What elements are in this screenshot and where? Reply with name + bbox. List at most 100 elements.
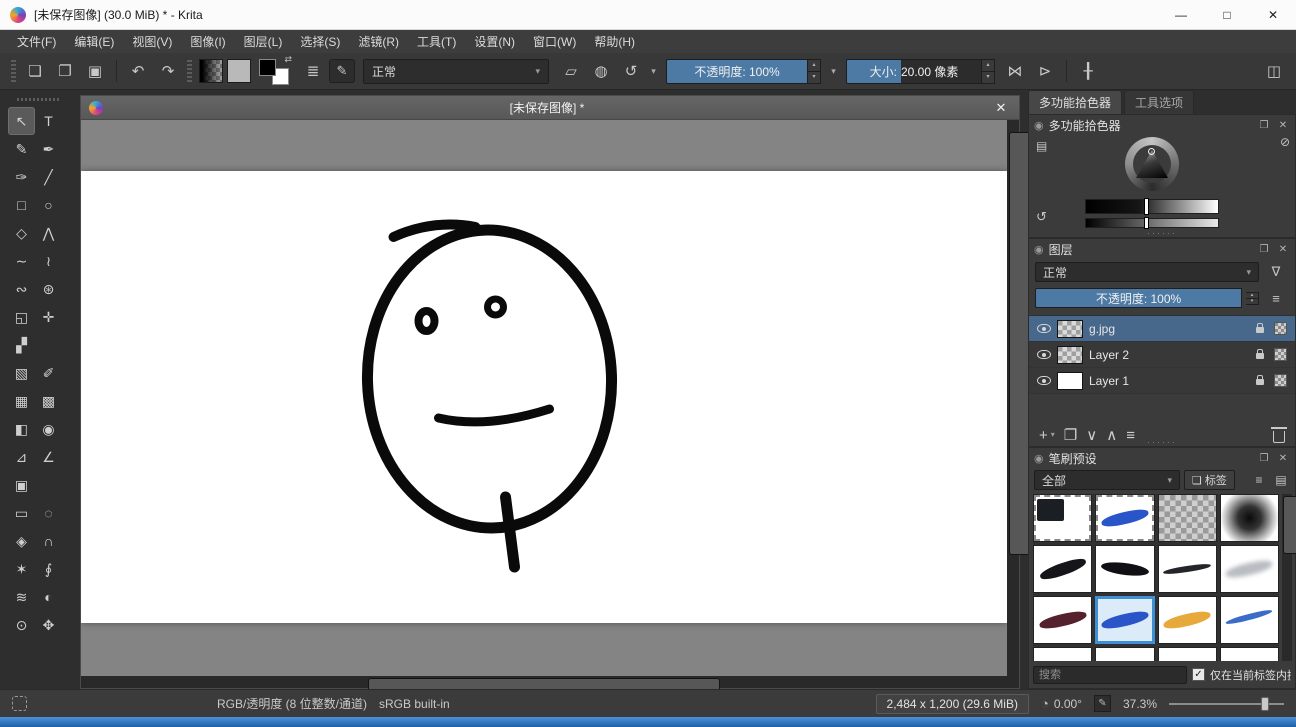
select-opaque-tool[interactable]: ◐ (35, 583, 62, 611)
canvas-size-chip[interactable]: 2,484 x 1,200 (29.6 MiB) (876, 694, 1029, 714)
canvas-viewport[interactable] (81, 120, 1007, 676)
redo-button[interactable]: ↷ (154, 58, 182, 84)
ellipse-tool[interactable]: ○ (35, 191, 62, 219)
freehand-brush-tool[interactable]: ✑ (8, 163, 35, 191)
add-layer-caret[interactable]: ▾ (1051, 431, 1055, 439)
brush-tag-filter-select[interactable]: 全部 ▾ (1034, 470, 1180, 490)
view-mode-icon[interactable]: ▤ (1272, 473, 1290, 487)
menu-item[interactable]: 文件(F) (8, 31, 65, 52)
pattern-swatch[interactable] (227, 59, 251, 83)
canvas-rotation-widget[interactable]: ◔ 0.00° (1041, 696, 1082, 711)
bezier-curve-tool[interactable]: ∼ (8, 247, 35, 275)
zoom-slider[interactable] (1169, 697, 1284, 711)
selector-settings-icon[interactable]: ▤ (1036, 139, 1047, 153)
multibrush-tool[interactable]: ⊛ (35, 275, 62, 303)
menu-item[interactable]: 设置(N) (465, 31, 524, 52)
transform-tool[interactable]: ◱ (8, 303, 35, 331)
blend-mode-select[interactable]: 正常 ▾ (363, 59, 549, 84)
mirror-vertical-button[interactable]: ⊳ (1031, 58, 1059, 84)
crop-tool[interactable]: ▞ (8, 331, 35, 359)
fill-tool[interactable]: ◧ (8, 415, 35, 443)
layer-row[interactable]: Layer 1 (1029, 368, 1295, 394)
layer-visibility-eye-icon[interactable] (1037, 350, 1051, 359)
bezier-select-tool[interactable]: ∮ (35, 555, 62, 583)
close-panel-icon[interactable]: ✕ (1276, 453, 1290, 464)
reload-preset-caret[interactable]: ▾ (647, 58, 660, 84)
spin-down-icon[interactable]: ▾ (808, 72, 821, 84)
search-in-tag-checkbox[interactable]: ✓ (1192, 668, 1205, 681)
subwindow-titlebar[interactable]: [未保存图像] * ✕ (81, 96, 1019, 120)
marker-chisel-preset[interactable] (1158, 596, 1217, 644)
brush-menu-icon[interactable]: ≡ (1250, 473, 1268, 487)
inherit-alpha-icon[interactable] (1274, 374, 1287, 387)
layer-visibility-eye-icon[interactable] (1037, 376, 1051, 385)
brush-preset[interactable] (1220, 647, 1279, 661)
rectangular-select-tool[interactable]: ▭ (8, 499, 35, 527)
float-panel-icon[interactable]: ❐ (1257, 120, 1271, 131)
close-button[interactable]: ✕ (1250, 0, 1296, 29)
docker-tab[interactable]: 多功能拾色器 (1028, 90, 1122, 114)
wrap-around-button[interactable]: ╂ (1074, 58, 1102, 84)
ink-brush-rough-preset[interactable] (1033, 545, 1092, 593)
magnetic-select-tool[interactable]: ≋ (8, 583, 35, 611)
spin-down-icon[interactable]: ▾ (982, 72, 995, 84)
menu-item[interactable]: 滤镜(R) (349, 31, 408, 52)
brush-settings-button[interactable]: ≣ (299, 58, 327, 84)
panel-resize-handle[interactable] (1029, 439, 1295, 446)
dynamic-brush-tool[interactable]: ∾ (8, 275, 35, 303)
lock-icon[interactable] (1256, 327, 1264, 333)
spin-down-icon[interactable]: ▾ (1246, 299, 1259, 305)
spin-up-icon[interactable]: ▴ (808, 59, 821, 72)
toolbox-grip[interactable] (17, 98, 61, 101)
elliptical-select-tool[interactable]: ◌ (35, 499, 62, 527)
new-document-button[interactable]: ❏ (21, 58, 49, 84)
menu-item[interactable]: 图像(I) (181, 31, 234, 52)
layer-opacity-spinner[interactable]: ▴ ▾ (1246, 292, 1259, 305)
menu-item[interactable]: 工具(T) (408, 31, 465, 52)
horizontal-scrollbar[interactable] (81, 676, 1007, 688)
reload-preset-button[interactable]: ↺ (617, 58, 645, 84)
eraser-mode-button[interactable]: ▱ (557, 58, 585, 84)
inherit-alpha-icon[interactable] (1274, 348, 1287, 361)
calligraphy-tool[interactable]: ✒ (35, 135, 62, 163)
layer-opacity-slider[interactable]: 不透明度: 100% (1035, 288, 1242, 308)
freehand-select-tool[interactable]: ∩ (35, 527, 62, 555)
close-panel-icon[interactable]: ✕ (1276, 120, 1290, 131)
dry-brush-preset[interactable] (1033, 596, 1092, 644)
soft-smudge-preset[interactable] (1220, 545, 1279, 593)
brush-search-input[interactable] (1033, 666, 1187, 684)
close-document-icon[interactable]: ✕ (991, 100, 1011, 116)
basic-opacity-preset[interactable] (1095, 596, 1154, 644)
measure-tool[interactable]: ∠ (35, 443, 62, 471)
no-color-icon[interactable]: ⊘ (1280, 135, 1290, 149)
brush-preset[interactable] (1033, 647, 1092, 661)
layer-row[interactable]: g.jpg (1029, 316, 1295, 342)
color-sampler-tool[interactable]: ✐ (35, 359, 62, 387)
size-spinner[interactable]: ▴ ▾ (982, 59, 995, 84)
edit-shapes-tool[interactable]: ✎ (8, 135, 35, 163)
opacity-caret[interactable]: ▾ (827, 58, 840, 84)
similar-color-select-tool[interactable]: ✶ (8, 555, 35, 583)
enclose-fill-tool[interactable]: ◉ (35, 415, 62, 443)
value-gradient-bar[interactable] (1085, 199, 1219, 214)
vertical-scrollbar[interactable] (1007, 120, 1019, 676)
opacity-spinner[interactable]: ▴ ▾ (808, 59, 821, 84)
eraser-block-preset[interactable] (1033, 494, 1092, 542)
float-panel-icon[interactable]: ❐ (1257, 453, 1271, 464)
maximize-button[interactable]: □ (1204, 0, 1250, 29)
polygonal-select-tool[interactable]: ◈ (8, 527, 35, 555)
pattern-preset[interactable] (1158, 494, 1217, 542)
layer-row[interactable]: Layer 2 (1029, 342, 1295, 368)
layer-blend-mode-select[interactable]: 正常 ▾ (1035, 262, 1259, 282)
docker-tab[interactable]: 工具选项 (1124, 90, 1194, 114)
preserve-alpha-button[interactable]: ◍ (587, 58, 615, 84)
select-shapes-tool[interactable]: ↖ (8, 107, 35, 135)
foreground-background-colors[interactable]: ⇄ (259, 57, 291, 85)
brush-preset[interactable] (1095, 647, 1154, 661)
assistants-tool[interactable]: ⊿ (8, 443, 35, 471)
reference-images-tool[interactable]: ▣ (8, 471, 35, 499)
fineliner-preset[interactable] (1158, 545, 1217, 593)
shade-gradient-bar[interactable] (1085, 218, 1219, 228)
menu-item[interactable]: 窗口(W) (524, 31, 585, 52)
pan-tool[interactable]: ✥ (35, 611, 62, 639)
